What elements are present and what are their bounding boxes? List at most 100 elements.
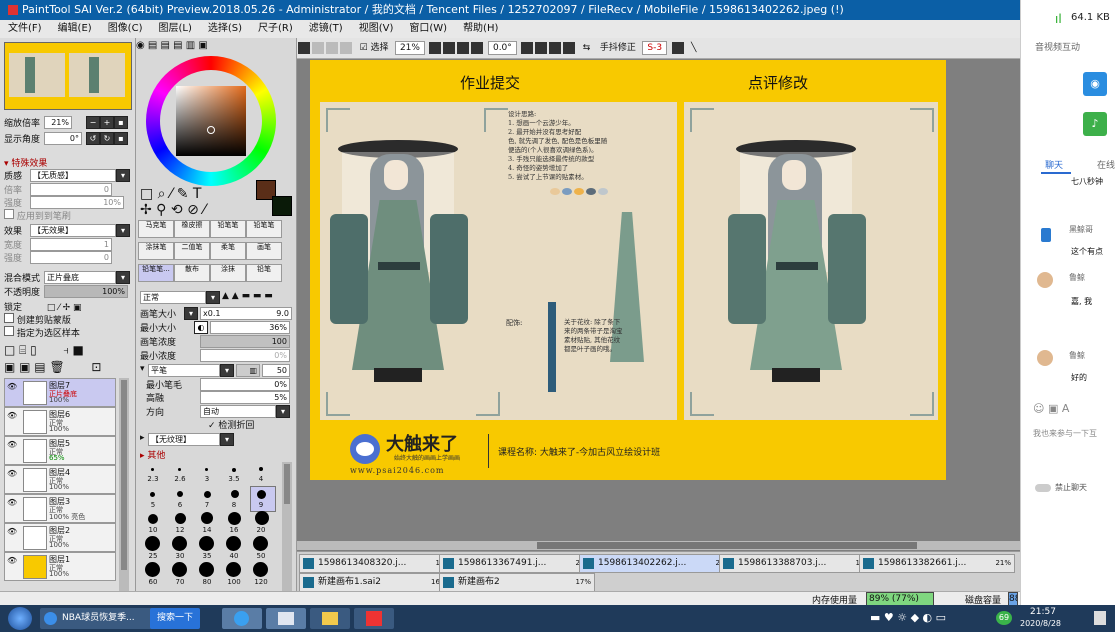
color-wheel[interactable] (146, 56, 276, 186)
brush-blur[interactable]: 涂抹笔 (138, 242, 174, 260)
lock-icons[interactable]: □ ⁄ ✢ ▣ (47, 303, 82, 313)
menu-view[interactable]: 视图(V) (351, 20, 402, 38)
menu-edit[interactable]: 编辑(E) (50, 20, 100, 38)
zoom-in-button[interactable]: + (100, 116, 114, 129)
effect-dropdown-icon[interactable]: ▾ (116, 224, 130, 237)
zoom-minus-icon[interactable] (443, 42, 456, 54)
apply-checkbox[interactable] (4, 209, 14, 219)
brush-scatter[interactable]: 散布 (174, 264, 210, 282)
brush-tip-strength-icon[interactable]: ▥ (236, 364, 260, 377)
stabilizer-field[interactable]: S-3 (642, 41, 668, 55)
texture-dropdown-icon[interactable]: ▾ (116, 169, 130, 182)
size-dot[interactable] (205, 468, 208, 471)
camera-button[interactable]: ◉ (1083, 72, 1107, 96)
taskbar-search[interactable]: 搜索一下 (150, 608, 200, 629)
chat-toolbar-icons[interactable]: ☺ ▣ A (1033, 402, 1069, 415)
zoom-reset-button[interactable]: ▪ (114, 116, 128, 129)
brush-marker[interactable]: 马克笔 (138, 220, 174, 238)
shape-toggle-icon[interactable]: ▾ (140, 364, 145, 374)
rotate-left-icon[interactable] (535, 42, 548, 54)
menu-select[interactable]: 选择(S) (200, 20, 250, 38)
color-mode-icons[interactable]: ◉ ▤ ▤ ▤ ▥ ▣ (136, 40, 296, 54)
menu-file[interactable]: 文件(F) (0, 20, 50, 38)
effects-header[interactable]: ▾ 特殊效果 (4, 156, 47, 169)
blend-mode-select[interactable]: 正片叠底 (44, 271, 116, 284)
brush-size-slider[interactable]: x0.1 9.0 (200, 307, 292, 320)
size-dot[interactable] (148, 514, 158, 524)
min-size-icon[interactable]: ◐ (194, 321, 208, 334)
opacity-slider[interactable]: 100% (44, 285, 128, 298)
size-dot[interactable] (232, 468, 236, 472)
rotate-ccw-button[interactable]: ↺ (86, 132, 100, 145)
menu-ruler[interactable]: 尺子(R) (250, 20, 301, 38)
select-toggle[interactable]: ☑ 选择 (360, 38, 389, 58)
min-density-slider[interactable]: 0% (200, 349, 290, 362)
redo-icon[interactable] (312, 42, 324, 54)
layer-item[interactable]: 👁 图层5 正常 65% (4, 436, 116, 465)
menu-help[interactable]: 帮助(H) (455, 20, 506, 38)
eye-icon[interactable]: 👁 (7, 382, 19, 392)
tray-badge[interactable]: 69 (996, 611, 1012, 625)
taskbar-app-4[interactable] (354, 608, 394, 629)
brush-pencil[interactable]: 铅笔笔 (210, 220, 246, 238)
zoom-plus-icon[interactable] (457, 42, 470, 54)
layer-item[interactable]: 👁 图层7 正片叠底 100% (4, 378, 116, 407)
taskbar-app-2[interactable] (266, 608, 306, 629)
doc-tab[interactable]: 1598613408320.j...18% (299, 554, 455, 573)
size-dot[interactable] (257, 490, 266, 499)
size-dot[interactable] (172, 562, 187, 577)
size-dot[interactable] (226, 536, 241, 551)
rotate-cw-button[interactable]: ↻ (100, 132, 114, 145)
detect-fold-checkbox[interactable]: ✓ (208, 421, 216, 431)
zoom-out-button[interactable]: − (86, 116, 100, 129)
size-dot[interactable] (255, 511, 269, 525)
eye-icon[interactable]: 👁 (7, 469, 19, 479)
size-dot[interactable] (226, 562, 241, 577)
notification-icon[interactable] (1094, 611, 1106, 625)
rotate-right-icon[interactable] (549, 42, 562, 54)
layer-item[interactable]: 👁 图层6 正常 100% (4, 407, 116, 436)
layer-actions-row2[interactable]: ▣ ▣ ▤ 🗑 ⊡ (4, 360, 101, 374)
texture-toggle-icon[interactable]: ▸ (140, 433, 145, 443)
size-dot[interactable] (231, 490, 239, 498)
brush-eraser[interactable]: 橡皮擦 (174, 220, 210, 238)
eye-icon[interactable]: 👁 (7, 498, 19, 508)
canvas-area[interactable]: 作业提交 点评修改 设计思路: 1. 想画一个云游少年。 2. 最开始并没有思考… (297, 59, 1020, 551)
hair-height-slider[interactable]: 5% (200, 391, 290, 404)
canvas-document[interactable]: 作业提交 点评修改 设计思路: 1. 想画一个云游少年。 2. 最开始并没有思考… (310, 60, 946, 480)
menu-filter[interactable]: 滤镜(T) (301, 20, 351, 38)
tab-chat[interactable]: 聊天 (1045, 158, 1063, 171)
mic-button[interactable]: ♪ (1083, 112, 1107, 136)
size-dot[interactable] (151, 468, 154, 471)
stabilizer-dropdown-icon[interactable] (671, 42, 684, 54)
direction-select[interactable]: 自动 (200, 405, 276, 418)
size-dot[interactable] (178, 468, 181, 471)
eye-icon[interactable]: 👁 (7, 440, 19, 450)
taskbar-app-3[interactable] (310, 608, 350, 629)
tab-online[interactable]: 在线 (1097, 158, 1115, 171)
invert-icon[interactable] (340, 42, 352, 54)
mute-toggle[interactable] (1035, 484, 1051, 492)
brush-tip-dropdown-icon[interactable]: ▾ (220, 364, 234, 377)
size-dot[interactable] (177, 491, 183, 497)
chat-input[interactable]: 我也来参与一下互 (1033, 428, 1097, 439)
secondary-color-swatch[interactable] (272, 196, 292, 216)
menu-image[interactable]: 图像(C) (100, 20, 151, 38)
clock-date[interactable]: 2020/8/28 (1020, 619, 1061, 628)
layer-scrollbar[interactable] (119, 378, 129, 598)
size-dot[interactable] (253, 536, 268, 551)
eye-icon[interactable]: 👁 (7, 527, 19, 537)
canvas-angle-field[interactable]: 0.0° (487, 41, 517, 55)
brush-binary[interactable]: 二值笔 (174, 242, 210, 260)
doc-tab[interactable]: 1598613382661.j... 21% (859, 554, 1015, 573)
strength-field[interactable]: 10% (30, 196, 124, 209)
min-size-slider[interactable]: 36% (210, 321, 290, 334)
layer-item[interactable]: 👁 图层2 正常 100% (4, 523, 116, 552)
angle-dropdown-icon[interactable] (521, 42, 534, 54)
brush-shape-icons[interactable]: ▲ ▲ ▬ ▬ ▬ (222, 291, 273, 301)
start-button[interactable] (8, 607, 32, 630)
doc-tab[interactable]: 新建画布1.sai2168% (299, 573, 455, 592)
sample-checkbox[interactable] (4, 326, 14, 336)
clock-time[interactable]: 21:57 (1030, 607, 1056, 617)
brush-soft[interactable]: 柔笔 (210, 242, 246, 260)
